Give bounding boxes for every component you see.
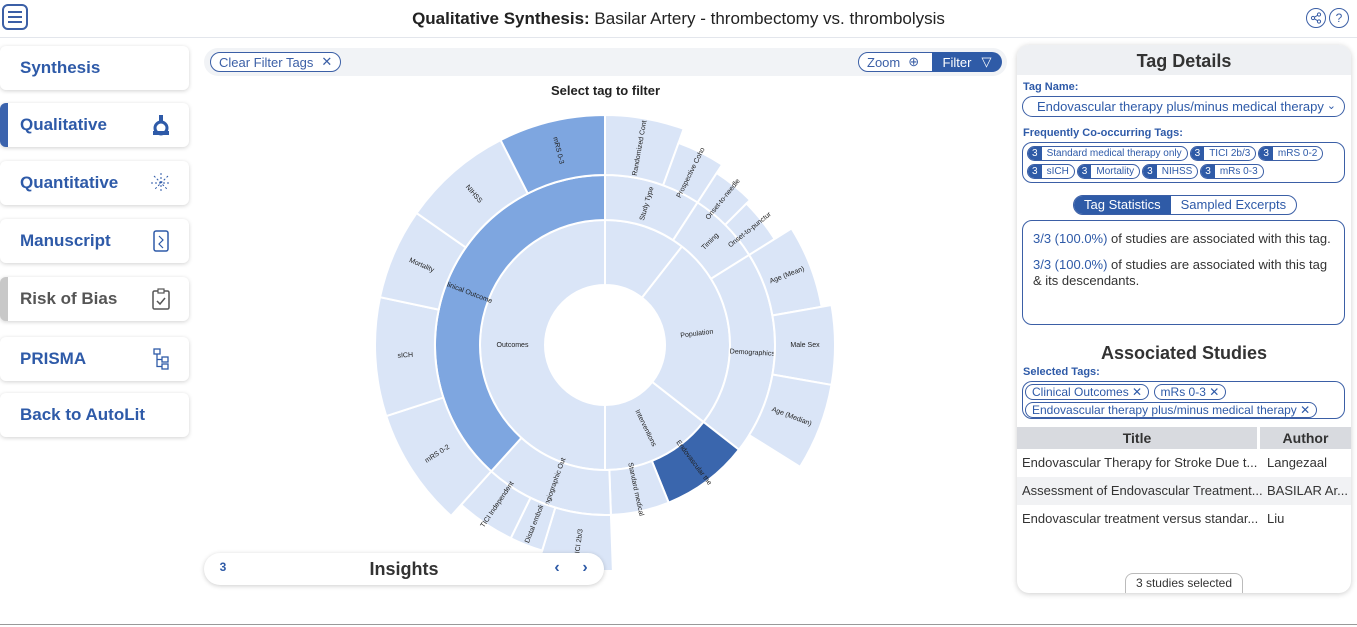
chevron-down-icon: ⌄ <box>1326 100 1336 112</box>
selected-tags-box: Clinical Outcomes ✕ mRs 0-3 ✕ Endovascul… <box>1022 381 1345 419</box>
selected-tag-chip[interactable]: Endovascular therapy plus/minus medical … <box>1025 402 1318 418</box>
zoom-in-icon: ⊕ <box>908 54 920 69</box>
sidebar-item-label: Back to AutoLit <box>20 405 145 424</box>
divider <box>0 624 1357 625</box>
chevron-right-icon[interactable]: › <box>574 557 596 579</box>
sunburst-center[interactable] <box>545 285 665 405</box>
sidebar-item-label: Manuscript <box>20 231 111 250</box>
sidebar-item-label: Risk of Bias <box>20 289 118 308</box>
manuscript-icon <box>153 230 169 252</box>
cooccurring-tag[interactable]: 3 TICI 2b/3 <box>1189 146 1257 161</box>
sidebar-item-manuscript[interactable]: Manuscript <box>0 219 189 263</box>
sidebar-item-label: Synthesis <box>20 58 101 77</box>
sidebar-item-label: Qualitative <box>20 115 107 134</box>
sidebar-item-synthesis[interactable]: Synthesis <box>0 46 189 90</box>
page-title: Qualitative Synthesis: Basilar Artery - … <box>412 9 945 28</box>
studies-selected-badge: 3 studies selected <box>1125 573 1243 593</box>
chevron-left-icon[interactable]: ‹ <box>546 557 568 579</box>
cooccurring-tag[interactable]: 3 NIHSS <box>1142 164 1199 179</box>
sidebar-item-back-to-autolit[interactable]: Back to AutoLit <box>0 393 189 437</box>
checklist-icon <box>152 288 170 310</box>
sidebar-item-prisma[interactable]: PRISMA <box>0 337 189 381</box>
table-row[interactable]: Endovascular treatment versus standar...… <box>1017 505 1351 533</box>
cooccurring-tag[interactable]: 3 sICH <box>1027 164 1075 179</box>
tag-name-select[interactable]: Endovascular therapy plus/minus medical … <box>1022 96 1345 117</box>
help-icon[interactable]: ? <box>1329 8 1349 28</box>
funnel-icon: ▽ <box>981 54 992 69</box>
clear-filter-tags-button[interactable]: Clear Filter Tags ✕ <box>210 52 342 72</box>
column-title[interactable]: Title <box>1017 427 1257 449</box>
selected-tags-label: Selected Tags: <box>1023 366 1100 378</box>
filter-button[interactable]: Filter ▽ <box>932 52 1002 72</box>
sidebar-item-qualitative[interactable]: Qualitative <box>0 103 189 147</box>
stat-tag: 3/3 (100.0%) of studies are associated w… <box>1033 231 1331 246</box>
tag-name-label: Tag Name: <box>1023 81 1079 93</box>
insights-title: Insights <box>369 559 439 579</box>
cooccurring-tag[interactable]: 3 mRs 0-3 <box>1200 164 1264 179</box>
share-icon[interactable] <box>1306 8 1326 28</box>
studies-table-header: Title Author <box>1017 427 1351 449</box>
table-row[interactable]: Endovascular Therapy for Stroke Due t...… <box>1017 449 1351 477</box>
cooccurring-tag[interactable]: 3 Mortality <box>1076 164 1141 179</box>
column-author[interactable]: Author <box>1260 427 1351 449</box>
selected-tag-chip[interactable]: mRs 0-3 ✕ <box>1153 384 1227 400</box>
tag-details-panel: Tag Details Tag Name: Endovascular thera… <box>1017 45 1351 593</box>
close-icon: ✕ <box>321 54 333 69</box>
quantitative-icon <box>151 173 171 193</box>
sunburst-label-outcomes: Outcomes <box>497 342 529 349</box>
insights-bar: 3 Insights ‹ › <box>204 553 604 585</box>
tab-sampled-excerpts[interactable]: Sampled Excerpts <box>1171 196 1296 214</box>
tab-tag-statistics[interactable]: Tag Statistics <box>1074 196 1171 214</box>
cooccurring-tags: 3 Standard medical therapy only 3 TICI 2b/… <box>1022 142 1345 183</box>
selected-tag-chip[interactable]: Clinical Outcomes ✕ <box>1025 384 1150 400</box>
details-tab-toggle: Tag Statistics Sampled Excerpts <box>1073 195 1298 215</box>
cooccurring-tag[interactable]: 3 mRS 0-2 <box>1258 146 1324 161</box>
top-bar: Qualitative Synthesis: Basilar Artery - … <box>0 0 1357 38</box>
sidebar-item-label: Quantitative <box>20 173 119 192</box>
associated-studies-heading: Associated Studies <box>1100 343 1268 363</box>
sunburst-label-sich: sICH <box>397 352 413 360</box>
sunburst-chart[interactable]: Study CharacteriInterventionsOutcomesPop… <box>370 100 840 570</box>
sidebar-item-label: PRISMA <box>20 349 87 368</box>
qualitative-icon <box>153 115 169 136</box>
tag-details-heading: Tag Details <box>1017 45 1351 75</box>
flowchart-icon <box>153 348 169 370</box>
cooccurring-label: Frequently Co-occurring Tags: <box>1023 127 1183 139</box>
sidebar-item-risk-of-bias[interactable]: Risk of Bias <box>0 277 189 321</box>
table-row[interactable]: Assessment of Endovascular Treatment... … <box>1017 477 1351 505</box>
sunburst-label-male-sex: Male Sex <box>790 342 820 349</box>
cooccurring-tag[interactable]: 3 Standard medical therapy only <box>1027 146 1188 161</box>
sidebar-item-quantitative[interactable]: Quantitative <box>0 161 189 205</box>
stat-descendants: 3/3 (100.0%) of studies are associated w… <box>1033 257 1328 288</box>
chart-title: Select tag to filter <box>550 83 661 98</box>
tag-statistics-box: 3/3 (100.0%) of studies are associated w… <box>1022 220 1345 325</box>
zoom-button[interactable]: Zoom ⊕ <box>858 52 934 72</box>
